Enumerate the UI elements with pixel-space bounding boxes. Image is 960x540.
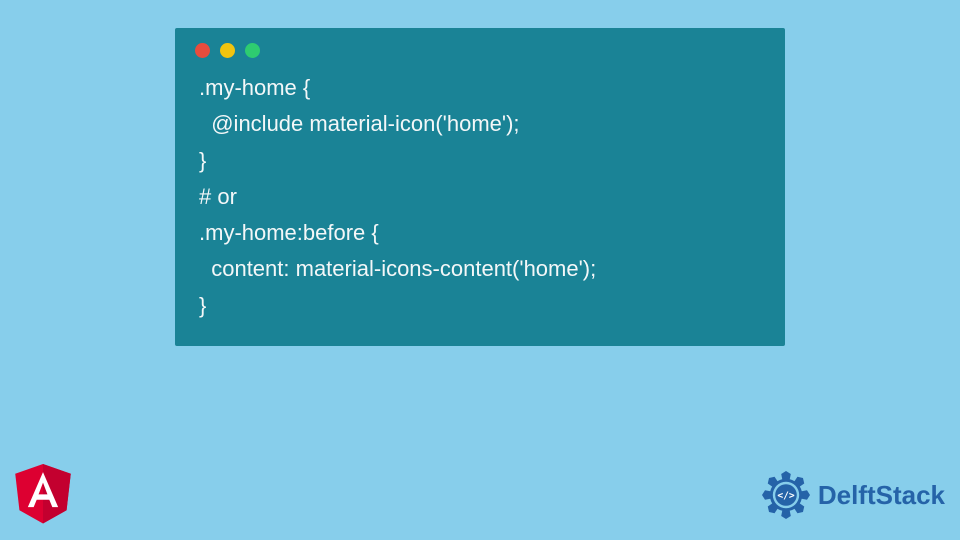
window-close-dot: [195, 43, 210, 58]
delftstack-logo: </> DelftStack: [756, 465, 945, 525]
code-line-7: }: [199, 288, 761, 324]
delftstack-text: DelftStack: [818, 480, 945, 511]
code-line-1: .my-home {: [199, 70, 761, 106]
code-line-3: }: [199, 143, 761, 179]
code-line-6: content: material-icons-content('home');: [199, 251, 761, 287]
angular-logo-icon: [13, 464, 73, 527]
window-minimize-dot: [220, 43, 235, 58]
code-line-2: @include material-icon('home');: [199, 106, 761, 142]
delftstack-gear-icon: </>: [756, 465, 816, 525]
code-line-5: .my-home:before {: [199, 215, 761, 251]
window-maximize-dot: [245, 43, 260, 58]
window-controls: [175, 28, 785, 66]
svg-text:</>: </>: [777, 491, 795, 502]
code-window: .my-home { @include material-icon('home'…: [175, 28, 785, 346]
code-content: .my-home { @include material-icon('home'…: [175, 66, 785, 328]
code-line-4: # or: [199, 179, 761, 215]
